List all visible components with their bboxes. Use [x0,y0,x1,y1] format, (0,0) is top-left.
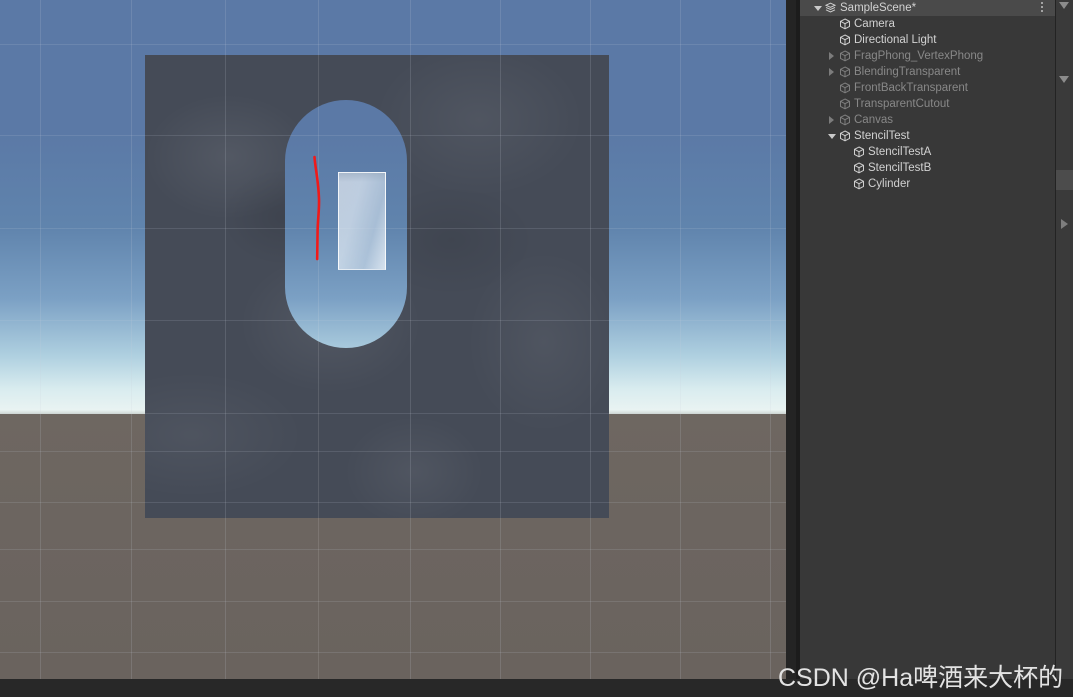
gameobject-icon [837,112,852,128]
transparent-cube[interactable] [338,172,386,270]
gameobject-icon [851,160,866,176]
gameobject-icon [851,144,866,160]
hierarchy-row-transparentcutout[interactable]: TransparentCutout [800,96,1055,112]
gameobject-icon [837,80,852,96]
hierarchy-row-label: Canvas [854,114,893,126]
chevron-down-icon[interactable] [826,128,837,144]
hierarchy-row-canvas[interactable]: Canvas [800,112,1055,128]
hierarchy-list: SampleScene* Camera Directional Light FragP… [800,0,1055,192]
hierarchy-row-cylinder[interactable]: Cylinder [800,176,1055,192]
hierarchy-row-camera[interactable]: Camera [800,16,1055,32]
rail-separator [1055,0,1056,697]
chevron-down-icon[interactable] [1059,76,1069,83]
hierarchy-row-stenciltesta[interactable]: StencilTestA [800,144,1055,160]
foldout-spacer [826,96,837,112]
hierarchy-row-stenciltest[interactable]: StencilTest [800,128,1055,144]
foldout-spacer [826,16,837,32]
chevron-right-icon[interactable] [826,64,837,80]
hierarchy-row-label: FrontBackTransparent [854,82,968,94]
scene-view[interactable] [0,0,786,679]
hierarchy-row-fragphong-vertexphong[interactable]: FragPhong_VertexPhong [800,48,1055,64]
hierarchy-row-label: StencilTest [854,130,910,142]
gameobject-icon [837,128,852,144]
hierarchy-row-label: Camera [854,18,895,30]
foldout-spacer [840,144,851,160]
gameobject-icon [837,16,852,32]
foldout-spacer [840,176,851,192]
hierarchy-row-label: TransparentCutout [854,98,950,110]
foldout-spacer [826,32,837,48]
gameobject-icon [837,32,852,48]
chevron-right-icon[interactable] [826,112,837,128]
hierarchy-row-stenciltestb[interactable]: StencilTestB [800,160,1055,176]
hierarchy-row-frontbacktransparent[interactable]: FrontBackTransparent [800,80,1055,96]
cube-top-face [339,173,385,182]
hierarchy-panel[interactable]: SampleScene* Camera Directional Light FragP… [800,0,1055,697]
chevron-down-icon[interactable] [812,0,823,16]
hierarchy-row-label: StencilTestB [868,162,932,174]
unity-editor-window: ces SampleScene*CameraDirectional LightF… [0,0,1073,697]
gameobject-icon [851,176,866,192]
gameobject-icon [837,96,852,112]
stencil-quad[interactable] [145,55,609,518]
scene-icon [823,0,838,16]
gameobject-icon [837,64,852,80]
hierarchy-row-label: FragPhong_VertexPhong [854,50,984,62]
foldout-spacer [826,80,837,96]
kebab-menu-icon[interactable] [1038,2,1046,14]
hierarchy-row-label: Cylinder [868,178,911,190]
collapsed-panel-rail[interactable] [1055,0,1073,697]
foldout-spacer [840,160,851,176]
hierarchy-row-blendingtransparent[interactable]: BlendingTransparent [800,64,1055,80]
chevron-down-icon[interactable] [1059,2,1069,9]
hierarchy-row-label: StencilTestA [868,146,932,158]
hierarchy-row-label: SampleScene* [840,2,917,14]
gameobject-icon [837,48,852,64]
red-gizmo-line [313,155,321,261]
rail-active-highlight [1056,170,1073,190]
chevron-right-icon[interactable] [826,48,837,64]
hierarchy-row-directional-light[interactable]: Directional Light [800,32,1055,48]
hierarchy-row-label: BlendingTransparent [854,66,961,78]
hierarchy-row-samplescene-[interactable]: SampleScene* [800,0,1055,16]
chevron-right-icon[interactable] [1061,219,1068,229]
hierarchy-row-label: Directional Light [854,34,937,46]
watermark-text: CSDN @Ha啤酒来大杯的 [778,664,1064,692]
